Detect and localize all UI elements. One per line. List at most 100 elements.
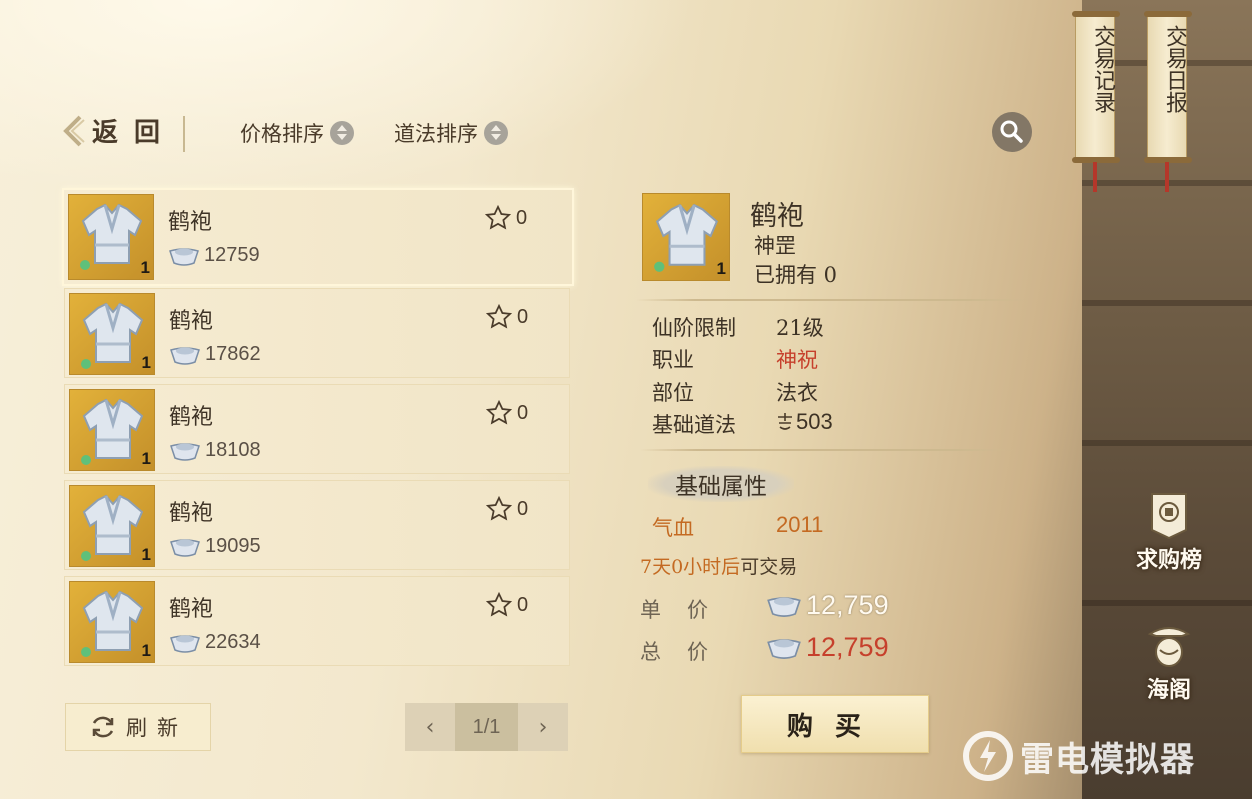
chevron-right-icon: › — [538, 714, 548, 740]
trade-record-button[interactable]: 交易记录 — [1072, 11, 1120, 163]
stat-value: 2011 — [776, 512, 824, 537]
favorite-count: 0 — [516, 206, 528, 229]
stat-label: 气血 — [652, 516, 694, 540]
trade-availability: 7天0小时后可交易 — [640, 552, 797, 579]
search-button[interactable] — [992, 112, 1032, 152]
background-glow — [0, 0, 700, 200]
sort-price-label: 价格排序 — [240, 122, 324, 146]
favorite-count: 0 — [517, 305, 529, 328]
item-name: 鹤袍 — [169, 405, 214, 430]
next-page-button[interactable]: › — [518, 703, 568, 751]
silver-ingot-icon — [767, 638, 801, 659]
star-icon — [484, 204, 512, 230]
detail-quantity: 1 — [716, 259, 726, 278]
unit-price: 12,759 — [766, 590, 889, 621]
pagination: ‹ 1/1 › — [405, 703, 568, 751]
sort-by-price-button[interactable]: 价格排序 — [240, 118, 354, 148]
chevron-left-icon — [63, 115, 85, 146]
trade-daily-label: 交易日报 — [1162, 25, 1187, 113]
refresh-icon — [92, 716, 114, 738]
silver-ingot-icon — [169, 247, 199, 266]
detail-owned-count: 已拥有 0 — [754, 263, 838, 287]
listing-row[interactable]: 1 鹤袍 19095 0 — [64, 480, 570, 570]
back-button[interactable]: 返回 — [60, 112, 176, 149]
detail-item-name: 鹤袍 — [750, 201, 804, 232]
silver-ingot-icon — [170, 442, 200, 461]
favorite-count: 0 — [517, 497, 529, 520]
favorite-count: 0 — [517, 593, 529, 616]
wanted-board-label: 求购榜 — [1135, 547, 1202, 573]
listing-row[interactable]: 1 鹤袍 17862 0 — [64, 288, 570, 378]
star-icon — [485, 495, 513, 521]
unit-price-value: 12,759 — [806, 590, 889, 620]
item-quantity: 1 — [141, 449, 151, 468]
sea-pavilion-button[interactable]: 海阁 — [1124, 620, 1214, 704]
listing-row[interactable]: 1 鹤袍 22634 0 — [64, 576, 570, 666]
item-name: 鹤袍 — [169, 597, 214, 622]
item-quantity: 1 — [141, 545, 151, 564]
dao-value: 503 — [796, 409, 833, 434]
favorite-button[interactable]: 0 — [485, 591, 528, 619]
refresh-button[interactable]: 刷新 — [65, 703, 211, 751]
search-icon — [1000, 120, 1023, 143]
total-price-value: 12,759 — [806, 632, 889, 662]
robe-icon: 1 — [69, 485, 155, 567]
trade-daily-button[interactable]: 交易日报 — [1144, 11, 1192, 163]
sort-by-dao-button[interactable]: 道法排序 — [394, 118, 508, 148]
star-icon — [485, 399, 513, 425]
attr-value: 21级 — [776, 316, 824, 340]
page-indicator: 1/1 — [455, 703, 518, 751]
favorite-button[interactable]: 0 — [485, 399, 528, 427]
attr-value: 法衣 — [776, 381, 818, 405]
item-price-value: 12759 — [204, 244, 260, 266]
item-name: 鹤袍 — [168, 210, 213, 235]
refresh-label: 刷新 — [126, 716, 188, 740]
trade-suffix: 可交易 — [740, 556, 798, 578]
base-attributes-title: 基础属性 — [648, 466, 794, 502]
robe-icon: 1 — [68, 194, 154, 280]
star-icon — [485, 591, 513, 617]
item-name: 鹤袍 — [169, 501, 214, 526]
attr-value: 神祝 — [776, 348, 818, 372]
listing-row[interactable]: 1 鹤袍 12759 0 — [62, 188, 574, 286]
item-price: 17862 — [169, 343, 261, 366]
prev-page-button[interactable]: ‹ — [405, 703, 455, 751]
header-divider — [183, 116, 185, 152]
item-name: 鹤袍 — [169, 309, 214, 334]
sort-dao-label: 道法排序 — [394, 122, 478, 146]
item-price: 18108 — [169, 439, 261, 462]
robe-icon: 1 — [69, 389, 155, 471]
total-price-label: 总价 — [640, 640, 734, 664]
buy-button[interactable]: 购买 — [741, 695, 929, 753]
back-label: 返回 — [92, 118, 177, 148]
favorite-button[interactable]: 0 — [485, 303, 528, 331]
item-price-value: 17862 — [205, 343, 261, 365]
item-price: 12759 — [168, 244, 260, 267]
item-price: 19095 — [169, 535, 261, 558]
chevron-left-icon: ‹ — [425, 714, 435, 740]
silver-ingot-icon — [170, 346, 200, 365]
watermark-text: 雷电模拟器 — [1020, 739, 1195, 780]
item-quantity: 1 — [140, 258, 150, 277]
attr-label: 仙阶限制 — [652, 316, 736, 340]
tassel-decoration — [1093, 162, 1097, 192]
tassel-decoration — [1165, 162, 1169, 192]
attr-label: 基础道法 — [652, 413, 736, 437]
detail-divider — [640, 449, 1014, 451]
listing-row[interactable]: 1 鹤袍 18108 0 — [64, 384, 570, 474]
banner-icon — [1151, 493, 1187, 540]
favorite-count: 0 — [517, 401, 529, 424]
favorite-button[interactable]: 0 — [485, 495, 528, 523]
attr-value-dao: 503 — [774, 409, 833, 435]
favorite-button[interactable]: 0 — [484, 204, 527, 232]
robe-icon: 1 — [69, 293, 155, 375]
lightning-logo-icon — [963, 731, 1013, 781]
sort-toggle-icon — [330, 121, 354, 145]
wanted-board-button[interactable]: 求购榜 — [1124, 490, 1214, 574]
item-price-value: 22634 — [205, 631, 261, 653]
detail-divider — [636, 299, 1028, 301]
item-quantity: 1 — [141, 353, 151, 372]
sea-pavilion-label: 海阁 — [1146, 677, 1191, 703]
sort-toggle-icon — [484, 121, 508, 145]
dao-symbol-icon — [778, 413, 792, 430]
